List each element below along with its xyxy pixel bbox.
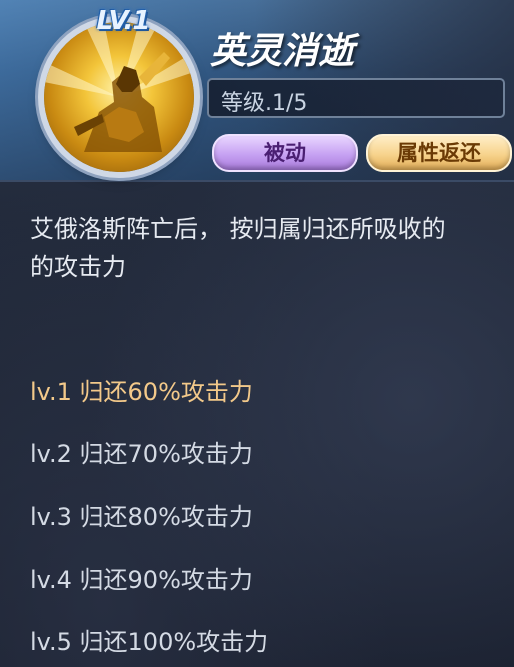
level-text: 等级.1/5 [221,91,308,116]
level-badge: LV.1 [96,6,150,36]
level-row-3: lv.3 归还80%攻击力 [30,503,253,531]
attribute-return-tag: 属性返还 [366,134,512,172]
skill-description: 艾俄洛斯阵亡后， 按归属归还所吸收的 的攻击力 [30,210,514,286]
passive-tag: 被动 [212,134,358,172]
skill-header: LV.1 英灵消逝 等级.1/5 被动 属性返还 [0,0,514,182]
level-indicator: 等级.1/5 [207,78,505,118]
level-row-4: lv.4 归还90%攻击力 [30,566,253,594]
description-line: 的攻击力 [30,253,126,281]
level-row-1: lv.1 归还60%攻击力 [30,378,253,406]
skill-name: 英灵消逝 [210,31,355,72]
description-line: 艾俄洛斯阵亡后， 按归属归还所吸收的 [30,215,446,243]
skill-detail-panel: LV.1 英灵消逝 等级.1/5 被动 属性返还 艾俄洛斯阵亡后， 按归属归还所… [0,0,514,667]
level-row-5: lv.5 归还100%攻击力 [30,628,269,656]
level-row-2: lv.2 归还70%攻击力 [30,440,253,468]
golden-saint-warrior-icon [44,22,194,172]
